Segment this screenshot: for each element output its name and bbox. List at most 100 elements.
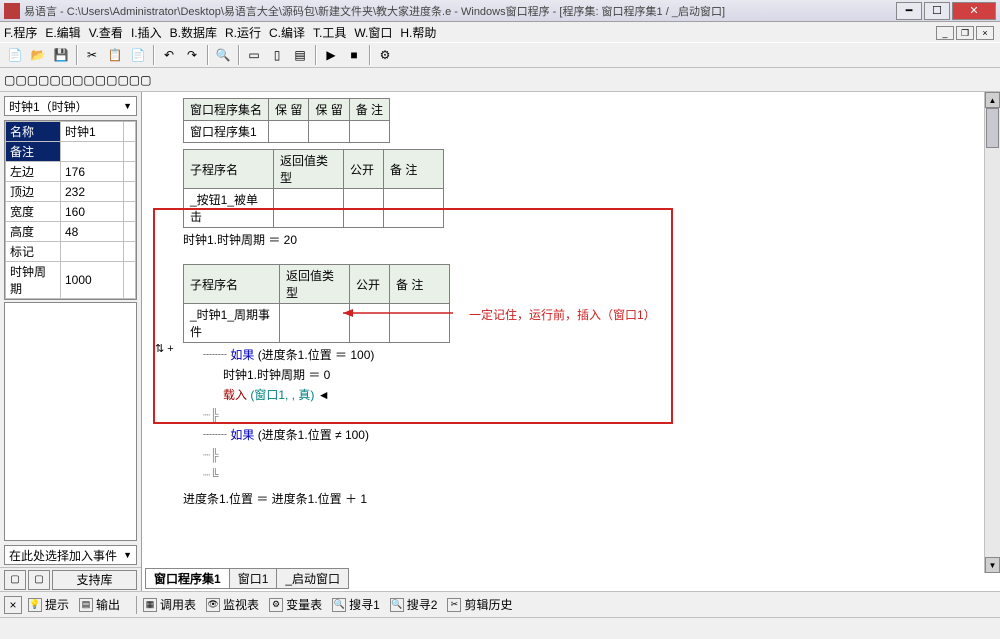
leftfoot-btn1[interactable]: ▢ xyxy=(4,570,26,590)
tab-window1[interactable]: 窗口1 xyxy=(229,568,278,589)
tb2-12[interactable]: ▢ xyxy=(129,73,140,87)
bottom-close-icon[interactable]: × xyxy=(4,596,22,614)
tb2-1[interactable]: ▢ xyxy=(4,73,15,87)
leftfoot-btn2[interactable]: ▢ xyxy=(28,570,50,590)
tb2-4[interactable]: ▢ xyxy=(38,73,49,87)
new-icon[interactable]: 📄 xyxy=(4,44,26,66)
cut-icon[interactable]: ✂ xyxy=(81,44,103,66)
btab-vars[interactable]: ⚙变量表 xyxy=(269,596,322,613)
support-lib-button[interactable]: 支持库 xyxy=(52,570,137,590)
main-area: 时钟1（时钟） ▼ 名称时钟1备注左边176顶边232宽度160高度48标记时钟… xyxy=(0,92,1000,591)
prop-name[interactable]: 高度 xyxy=(6,222,61,242)
annotation-text: 一定记住，运行前，插入（窗口1） xyxy=(469,306,656,323)
btab-search1[interactable]: 🔍搜寻1 xyxy=(332,596,380,613)
tb2-7[interactable]: ▢ xyxy=(72,73,83,87)
scroll-thumb[interactable] xyxy=(986,108,999,148)
tb2-9[interactable]: ▢ xyxy=(95,73,106,87)
toolbar-main: 📄 📂 💾 ✂ 📋 📄 ↶ ↷ 🔍 ▭ ▯ ▤ ▶ ■ ⚙ xyxy=(0,42,1000,68)
run-icon[interactable]: ▶ xyxy=(320,44,342,66)
copy-icon[interactable]: 📋 xyxy=(104,44,126,66)
prop-name[interactable]: 标记 xyxy=(6,242,61,262)
paste-icon[interactable]: 📄 xyxy=(127,44,149,66)
menu-database[interactable]: B.数据库 xyxy=(170,24,217,41)
prop-name[interactable]: 备注 xyxy=(6,142,61,162)
menu-insert[interactable]: I.插入 xyxy=(131,24,162,41)
prop-value[interactable]: 48 xyxy=(61,222,124,242)
gutter: ⇅ + xyxy=(153,292,175,355)
left-footer: ▢ ▢ 支持库 xyxy=(0,567,141,591)
tb2-6[interactable]: ▢ xyxy=(61,73,72,87)
find-icon[interactable]: 🔍 xyxy=(212,44,234,66)
chevron-down-icon: ▼ xyxy=(123,550,132,560)
redo-icon[interactable]: ↷ xyxy=(181,44,203,66)
tb2-2[interactable]: ▢ xyxy=(15,73,26,87)
prop-value[interactable] xyxy=(61,142,124,162)
open-icon[interactable]: 📂 xyxy=(27,44,49,66)
titlebar: 易语言 - C:\Users\Administrator\Desktop\易语言… xyxy=(0,0,1000,22)
code-last: 进度条1.位置 ＝ 进度条1.位置 ＋ 1 xyxy=(183,489,984,509)
event-combo-value: 在此处选择加入事件 xyxy=(9,547,117,564)
btab-clip[interactable]: ✂剪辑历史 xyxy=(447,596,512,613)
btab-watch[interactable]: 👁监视表 xyxy=(206,596,259,613)
tb2-11[interactable]: ▢ xyxy=(117,73,128,87)
prop-value[interactable] xyxy=(61,242,124,262)
compile-icon[interactable]: ⚙ xyxy=(374,44,396,66)
save-icon[interactable]: 💾 xyxy=(50,44,72,66)
tab-assembly1[interactable]: 窗口程序集1 xyxy=(145,568,230,589)
tab-startwindow[interactable]: _启动窗口 xyxy=(276,568,349,589)
lightbulb-icon: 💡 xyxy=(28,598,42,612)
btab-search2[interactable]: 🔍搜寻2 xyxy=(390,596,438,613)
tb2-5[interactable]: ▢ xyxy=(49,73,60,87)
menu-window[interactable]: W.窗口 xyxy=(354,24,392,41)
tb2-8[interactable]: ▢ xyxy=(83,73,94,87)
close-button[interactable]: ✕ xyxy=(952,2,996,20)
layout3-icon[interactable]: ▤ xyxy=(289,44,311,66)
layout2-icon[interactable]: ▯ xyxy=(266,44,288,66)
prop-name[interactable]: 名称 xyxy=(6,122,61,142)
tb2-10[interactable]: ▢ xyxy=(106,73,117,87)
prop-name[interactable]: 时钟周期 xyxy=(6,262,61,299)
menu-help[interactable]: H.帮助 xyxy=(400,24,436,41)
scroll-down-icon[interactable]: ▼ xyxy=(985,557,1000,573)
maximize-button[interactable]: ☐ xyxy=(924,2,950,20)
menubar: F.程序 E.编辑 V.查看 I.插入 B.数据库 R.运行 C.编译 T.工具… xyxy=(0,22,1000,42)
prop-name[interactable]: 左边 xyxy=(6,162,61,182)
output-icon: ▤ xyxy=(79,598,93,612)
mdi-close[interactable]: × xyxy=(976,26,994,40)
btab-calltable[interactable]: ▦调用表 xyxy=(143,596,196,613)
prop-value[interactable]: 1000 xyxy=(61,262,124,299)
prop-value[interactable]: 232 xyxy=(61,182,124,202)
btab-tips[interactable]: 💡提示 xyxy=(28,596,69,613)
layout1-icon[interactable]: ▭ xyxy=(243,44,265,66)
tb2-3[interactable]: ▢ xyxy=(27,73,38,87)
mdi-minimize[interactable]: _ xyxy=(936,26,954,40)
code-editor[interactable]: 窗口程序集名 保 留 保 留 备 注 窗口程序集1 子程序名 返回值类型 公开 … xyxy=(142,92,1000,591)
scroll-up-icon[interactable]: ▲ xyxy=(985,92,1000,108)
prop-extra xyxy=(124,242,136,262)
tb2-13[interactable]: ▢ xyxy=(140,73,151,87)
vertical-scrollbar[interactable]: ▲ ▼ xyxy=(984,92,1000,573)
table-icon: ▦ xyxy=(143,598,157,612)
menu-program[interactable]: F.程序 xyxy=(4,24,37,41)
prop-extra xyxy=(124,142,136,162)
menu-tools[interactable]: T.工具 xyxy=(313,24,346,41)
prop-name[interactable]: 宽度 xyxy=(6,202,61,222)
stop-icon[interactable]: ■ xyxy=(343,44,365,66)
prop-name[interactable]: 顶边 xyxy=(6,182,61,202)
undo-icon[interactable]: ↶ xyxy=(158,44,180,66)
object-combo[interactable]: 时钟1（时钟） ▼ xyxy=(4,96,137,116)
event-combo[interactable]: 在此处选择加入事件 ▼ xyxy=(4,545,137,565)
menu-edit[interactable]: E.编辑 xyxy=(45,24,80,41)
menu-compile[interactable]: C.编译 xyxy=(269,24,305,41)
property-grid[interactable]: 名称时钟1备注左边176顶边232宽度160高度48标记时钟周期1000 xyxy=(4,120,137,300)
prop-value[interactable]: 160 xyxy=(61,202,124,222)
prop-value[interactable]: 时钟1 xyxy=(61,122,124,142)
btab-output[interactable]: ▤输出 xyxy=(79,596,120,613)
mdi-restore[interactable]: ❐ xyxy=(956,26,974,40)
minimize-button[interactable]: ━ xyxy=(896,2,922,20)
menu-run[interactable]: R.运行 xyxy=(225,24,261,41)
editor-content: 窗口程序集名 保 留 保 留 备 注 窗口程序集1 子程序名 返回值类型 公开 … xyxy=(153,92,984,591)
properties-panel: 时钟1（时钟） ▼ 名称时钟1备注左边176顶边232宽度160高度48标记时钟… xyxy=(0,92,142,591)
prop-value[interactable]: 176 xyxy=(61,162,124,182)
menu-view[interactable]: V.查看 xyxy=(89,24,123,41)
